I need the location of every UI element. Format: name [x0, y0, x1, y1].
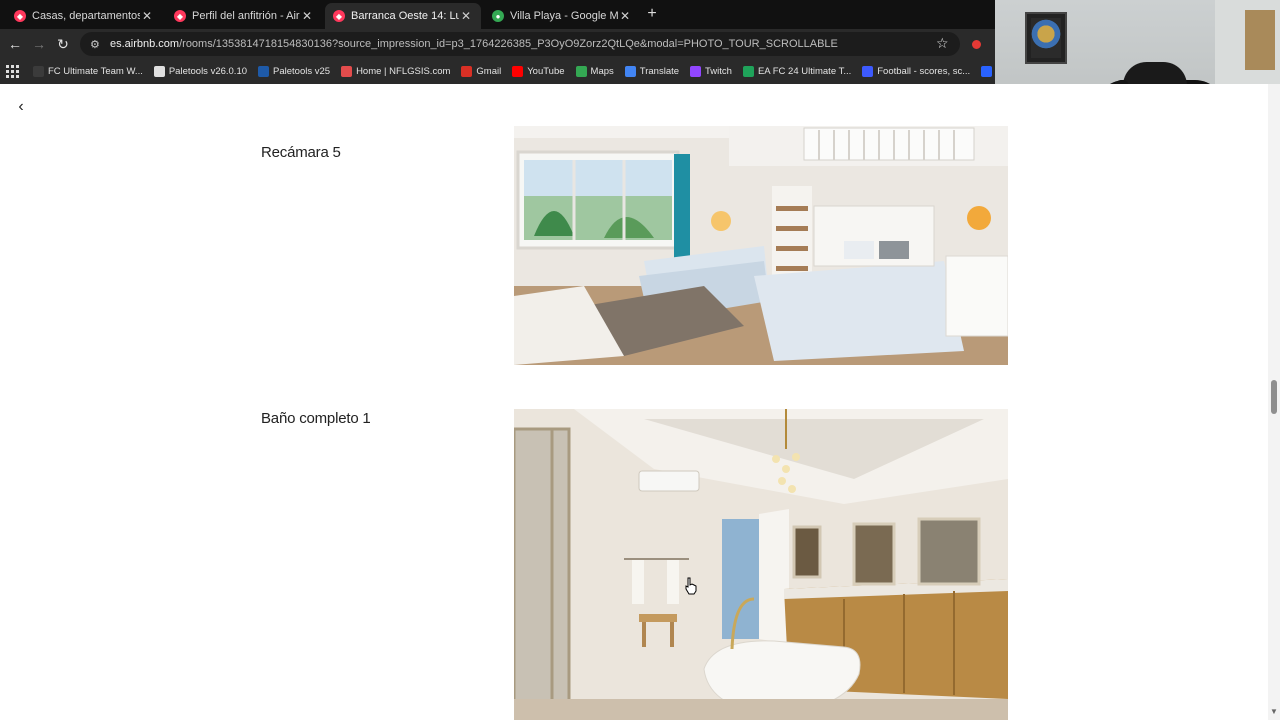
browser-toolbar: ← → ↻ ⚙ es.airbnb.com/rooms/135381471815… — [0, 29, 995, 59]
gmail-icon — [461, 66, 473, 77]
translate-icon — [624, 66, 636, 77]
bookmark-label: YouTube — [527, 66, 565, 77]
tab-perfil[interactable]: ◆ Perfil del anfitrión - Airbnb ✕ — [166, 3, 322, 29]
tab-barranca[interactable]: ◆ Barranca Oeste 14: Luxury Livin ✕ — [325, 3, 481, 29]
close-icon[interactable]: ✕ — [618, 9, 632, 23]
address-bar[interactable]: ⚙ es.airbnb.com/rooms/135381471815483013… — [80, 32, 960, 56]
tab-title: Barranca Oeste 14: Luxury Livin — [351, 10, 459, 22]
mouse-pointer-hand-icon — [685, 577, 697, 595]
close-icon[interactable]: ✕ — [140, 9, 154, 23]
bookmark-item[interactable]: Paletools v26.0.10 — [153, 66, 248, 77]
bedroom-photo[interactable] — [514, 126, 1008, 365]
airbnb-icon: ◆ — [333, 10, 345, 22]
bookmark-item[interactable]: YouTube — [512, 66, 565, 77]
bookmark-label: FC Ultimate Team W... — [48, 66, 143, 77]
reload-icon[interactable]: ↻ — [54, 35, 72, 53]
bookmark-item[interactable]: Home | NFLGSIS.com — [341, 66, 450, 77]
section-title-bano: Baño completo 1 — [261, 410, 371, 427]
shield-icon — [981, 66, 993, 77]
bookmark-star-icon[interactable]: ☆ — [936, 35, 949, 52]
fc-icon — [33, 66, 44, 77]
bookmark-item[interactable]: Twitch — [690, 66, 732, 77]
bookmark-label: Home | NFLGSIS.com — [356, 66, 451, 77]
back-arrow-icon[interactable]: ← — [6, 35, 24, 53]
nfl-icon — [341, 66, 353, 77]
bookmark-label: Twitch — [705, 66, 732, 77]
bookmark-item[interactable]: Football - scores, sc... — [862, 66, 970, 77]
bookmark-item[interactable]: Paletools v25 — [258, 66, 330, 77]
airbnb-icon: ◆ — [174, 10, 186, 22]
bookmark-item[interactable]: EA FC 24 Ultimate T... — [742, 66, 852, 77]
twitch-icon — [690, 66, 702, 77]
wall-poster — [1025, 12, 1067, 64]
close-icon[interactable]: ✕ — [300, 9, 314, 23]
bookmark-label: Paletools v25 — [273, 66, 331, 77]
bookmark-item[interactable]: Translate — [624, 66, 680, 77]
bookmark-item[interactable]: Gmail — [461, 66, 501, 77]
football-icon — [862, 66, 874, 77]
bathroom-photo[interactable] — [514, 409, 1008, 720]
maps-icon — [575, 66, 587, 77]
bookmark-label: Gmail — [476, 66, 502, 77]
tab-title: Casas, departamentos y rentas — [32, 10, 140, 22]
bookmark-label: Translate — [639, 66, 680, 77]
paletools-icon — [258, 66, 270, 77]
apps-grid-icon[interactable] — [6, 64, 19, 79]
new-tab-button[interactable]: + — [644, 5, 660, 23]
back-chevron-icon[interactable]: ‹ — [12, 98, 30, 116]
bookmarks-bar: FC Ultimate Team W... Paletools v26.0.10 P… — [0, 59, 995, 84]
close-icon[interactable]: ✕ — [459, 9, 473, 23]
bookmark-label: Paletools v26.0.10 — [168, 66, 248, 77]
tab-title: Villa Playa - Google Maps — [510, 10, 618, 22]
tab-casas[interactable]: ◆ Casas, departamentos y rentas ✕ — [6, 3, 162, 29]
page-scrollbar[interactable]: ▼ — [1268, 84, 1280, 720]
bookmark-label: EA FC 24 Ultimate T... — [757, 66, 852, 77]
tab-villa-playa[interactable]: ● Villa Playa - Google Maps ✕ — [484, 3, 640, 29]
tab-title: Perfil del anfitrión - Airbnb — [192, 10, 300, 22]
maps-pin-icon: ● — [492, 10, 504, 22]
bookmark-label: Football - scores, sc... — [877, 66, 971, 77]
scroll-down-arrow-icon[interactable]: ▼ — [1270, 708, 1278, 716]
forward-arrow-icon[interactable]: → — [30, 35, 48, 53]
scrollbar-thumb[interactable] — [1271, 380, 1277, 414]
youtube-icon — [512, 66, 524, 77]
bookmark-item[interactable]: Maps — [575, 66, 614, 77]
url-host: es.airbnb.com — [110, 38, 180, 50]
section-title-recamara: Recámara 5 — [261, 144, 341, 161]
bookmark-label: Maps — [590, 66, 614, 77]
paletools-icon — [153, 66, 165, 77]
photo-tour-page: ‹ Recámara 5 Baño completo 1 ▼ — [0, 84, 1280, 720]
ea-icon — [742, 66, 754, 77]
site-settings-icon[interactable]: ⚙ — [90, 38, 104, 51]
extension-icon[interactable] — [970, 38, 983, 51]
url-path: /rooms/1353814718154830136?source_impres… — [179, 38, 838, 50]
airbnb-icon: ◆ — [14, 10, 26, 22]
bookmark-item[interactable]: FC Ultimate Team W... — [33, 66, 143, 77]
bookmark-item[interactable]: Sports Betting and... — [981, 66, 995, 77]
